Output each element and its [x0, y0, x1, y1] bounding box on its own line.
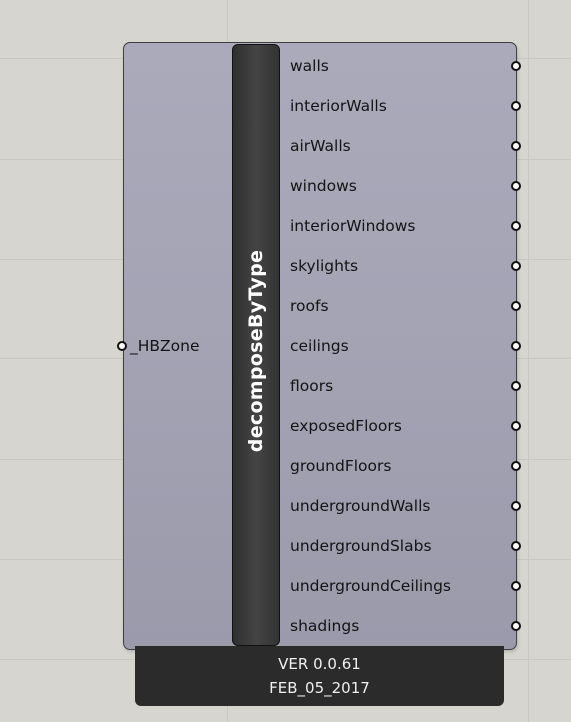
- output-param-walls[interactable]: walls: [290, 56, 329, 76]
- output-grip-skylights[interactable]: [511, 261, 521, 271]
- output-grip-interior-windows[interactable]: [511, 221, 521, 231]
- output-grip-underground-ceilings[interactable]: [511, 581, 521, 591]
- canvas-grid-line: [528, 0, 529, 722]
- output-grip-interior-walls[interactable]: [511, 101, 521, 111]
- output-param-ceilings[interactable]: ceilings: [290, 336, 349, 356]
- version-date: FEB_05_2017: [269, 679, 370, 697]
- output-param-skylights[interactable]: skylights: [290, 256, 358, 276]
- output-param-interior-windows[interactable]: interiorWindows: [290, 216, 415, 236]
- input-grip-hbzone[interactable]: [117, 341, 127, 351]
- output-param-shadings[interactable]: shadings: [290, 616, 359, 636]
- output-grip-roofs[interactable]: [511, 301, 521, 311]
- version-label: VER 0.0.61: [278, 655, 361, 673]
- output-param-ground-floors[interactable]: groundFloors: [290, 456, 391, 476]
- output-grip-ground-floors[interactable]: [511, 461, 521, 471]
- output-param-windows[interactable]: windows: [290, 176, 357, 196]
- output-param-air-walls[interactable]: airWalls: [290, 136, 351, 156]
- output-param-interior-walls[interactable]: interiorWalls: [290, 96, 387, 116]
- version-box: VER 0.0.61 FEB_05_2017: [135, 646, 504, 706]
- output-grip-ceilings[interactable]: [511, 341, 521, 351]
- output-param-underground-walls[interactable]: undergroundWalls: [290, 496, 430, 516]
- input-param-hbzone[interactable]: _HBZone: [130, 336, 200, 356]
- component-title: decomposeByType: [245, 249, 267, 453]
- output-param-exposed-floors[interactable]: exposedFloors: [290, 416, 402, 436]
- output-grip-floors[interactable]: [511, 381, 521, 391]
- output-grip-underground-walls[interactable]: [511, 501, 521, 511]
- output-grip-shadings[interactable]: [511, 621, 521, 631]
- output-grip-exposed-floors[interactable]: [511, 421, 521, 431]
- output-grip-walls[interactable]: [511, 61, 521, 71]
- output-param-roofs[interactable]: roofs: [290, 296, 329, 316]
- output-param-underground-slabs[interactable]: undergroundSlabs: [290, 536, 432, 556]
- output-grip-underground-slabs[interactable]: [511, 541, 521, 551]
- output-param-floors[interactable]: floors: [290, 376, 333, 396]
- output-param-underground-ceilings[interactable]: undergroundCeilings: [290, 576, 451, 596]
- output-grip-air-walls[interactable]: [511, 141, 521, 151]
- output-grip-windows[interactable]: [511, 181, 521, 191]
